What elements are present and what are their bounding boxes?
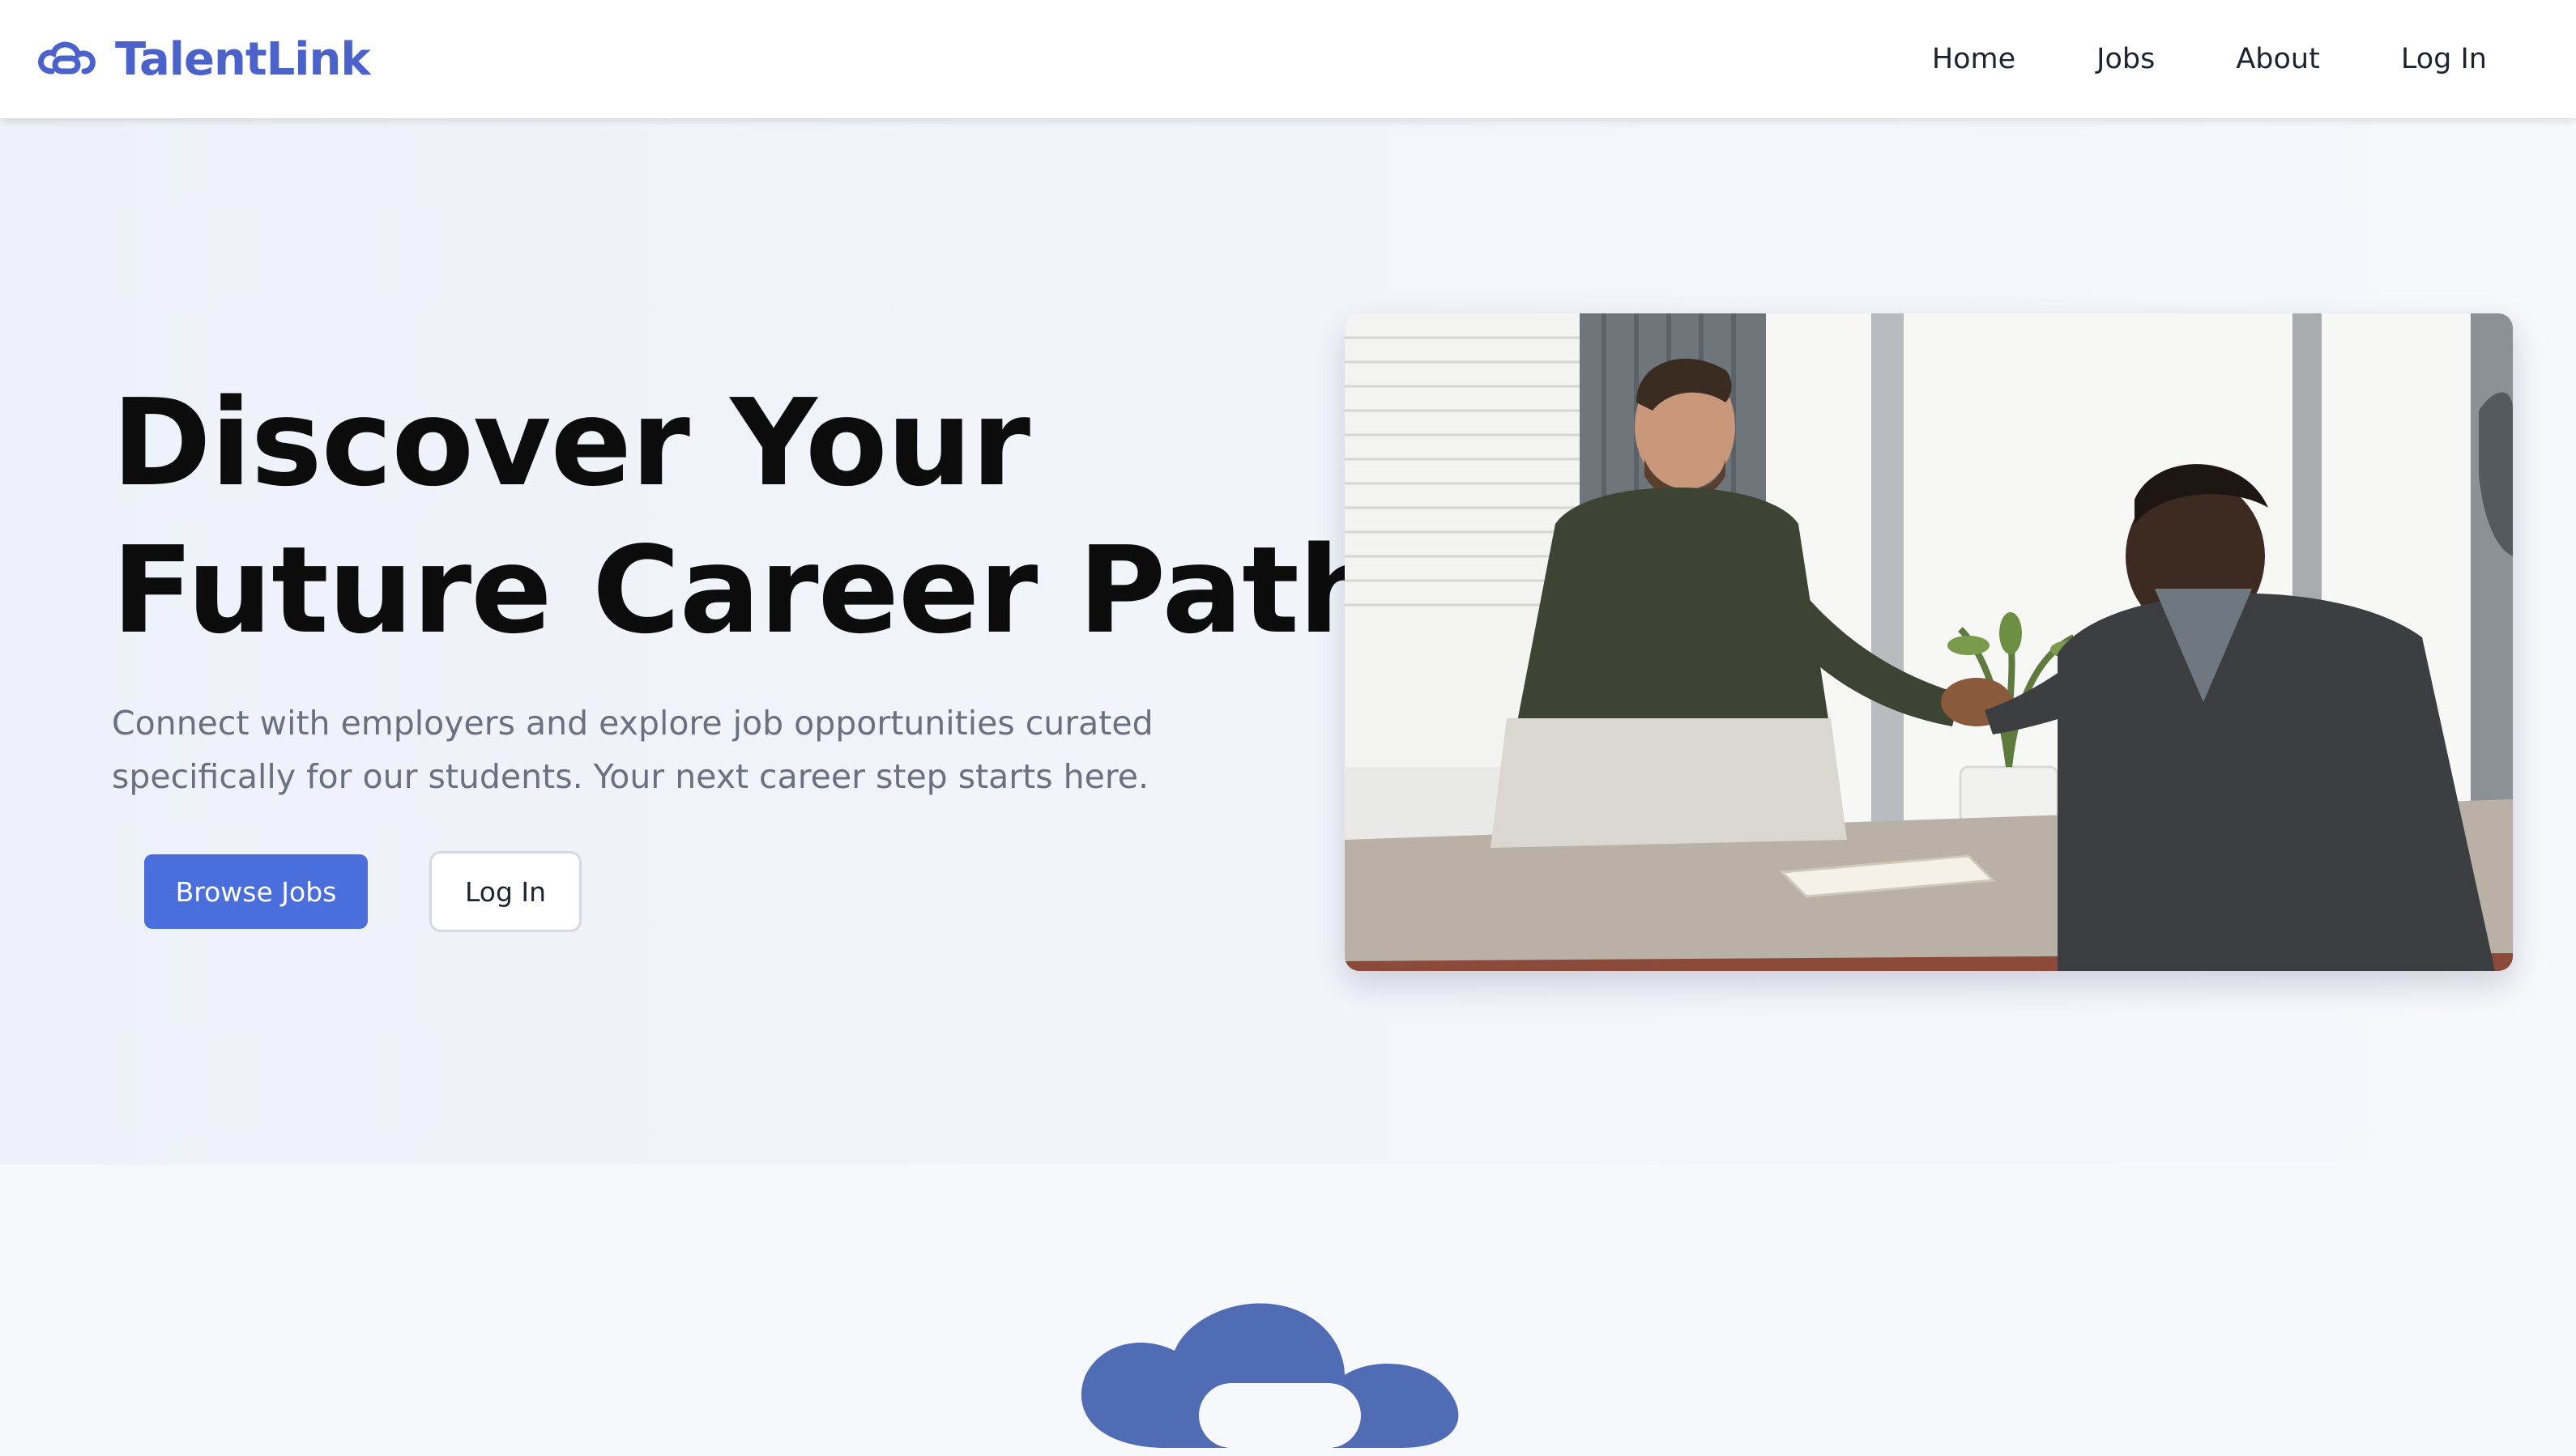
handshake-photo [1345, 313, 2513, 971]
top-navbar: TalentLink Home Jobs About Log In [0, 0, 2576, 118]
hero-image [1345, 313, 2513, 971]
hero-login-button[interactable]: Log In [429, 851, 582, 932]
hero-section: Discover Your Future Career Path Connect… [0, 118, 2576, 1164]
hero-title-line1: Discover Your [112, 373, 1030, 513]
cloud-link-icon [1081, 1303, 1459, 1448]
brand-name: TalentLink [115, 32, 371, 86]
lower-section [0, 1164, 2576, 1448]
brand[interactable]: TalentLink [36, 32, 371, 86]
hero-title-line2: Future Career Path [112, 521, 1384, 660]
nav-links: Home Jobs About Log In [1932, 43, 2487, 75]
nav-about-link[interactable]: About [2236, 43, 2319, 75]
nav-login-link[interactable]: Log In [2401, 43, 2487, 75]
browse-jobs-button[interactable]: Browse Jobs [144, 854, 368, 929]
nav-jobs-link[interactable]: Jobs [2096, 43, 2155, 75]
cloud-link-icon [38, 41, 96, 75]
nav-home-link[interactable]: Home [1932, 43, 2015, 75]
hero-title: Discover Your Future Career Path [112, 369, 1384, 664]
hero-subtitle: Connect with employers and explore job o… [112, 704, 1154, 796]
